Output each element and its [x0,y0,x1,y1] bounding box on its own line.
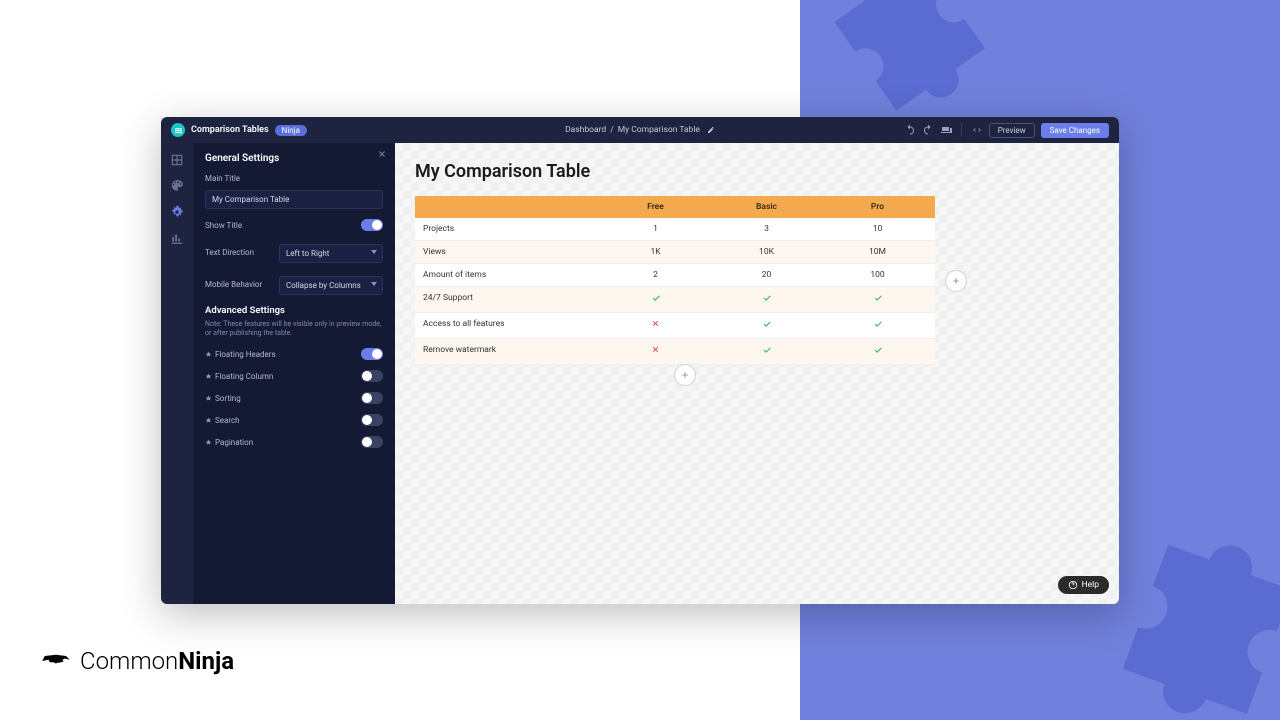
feature-toggle[interactable] [361,370,383,382]
cell[interactable]: 10 [822,218,933,240]
breadcrumb-page[interactable]: My Comparison Table [618,125,700,135]
cell[interactable]: 10M [822,241,933,263]
breadcrumb: Dashboard / My Comparison Table [565,125,715,135]
advanced-note: Note: These features will be visible onl… [205,320,383,338]
feature-toggle[interactable] [361,414,383,426]
col-header[interactable]: Basic [711,196,822,218]
row-label: Views [415,241,600,263]
cell[interactable] [600,313,711,338]
add-column-button[interactable] [945,270,967,292]
cell[interactable]: 100 [822,264,933,286]
show-title-toggle[interactable] [361,219,383,231]
page-title: My Comparison Table [415,161,1099,182]
cell[interactable] [600,287,711,312]
col-header[interactable]: Free [600,196,711,218]
show-title-label: Show Title [205,221,242,230]
feature-toggle[interactable] [361,392,383,404]
table-row[interactable]: Projects1310 [415,218,935,241]
col-header[interactable]: Pro [822,196,933,218]
app-window: Comparison Tables Ninja Dashboard / My C… [161,117,1119,604]
cell[interactable] [822,339,933,364]
cell[interactable]: 1K [600,241,711,263]
feature-label: Floating Column [205,372,273,381]
mobile-behavior-select[interactable]: Collapse by Columns [279,276,383,295]
breadcrumb-root[interactable]: Dashboard [565,125,606,135]
breadcrumb-sep: / [610,125,614,135]
advanced-title: Advanced Settings [205,305,383,316]
edit-icon[interactable] [707,126,715,134]
table-row[interactable]: Access to all features [415,313,935,339]
settings-panel: General Settings Main Title Show Title T… [193,143,395,604]
feature-label: Floating Headers [205,350,276,359]
nav-content-icon[interactable] [170,153,184,167]
preview-button[interactable]: Preview [989,123,1035,138]
ninja-mask-icon [40,651,72,671]
redo-icon[interactable] [922,124,934,136]
close-icon[interactable] [377,149,387,159]
cell[interactable] [711,287,822,312]
cell[interactable]: 1 [600,218,711,240]
table-row[interactable]: Remove watermark [415,339,935,365]
titlebar: Comparison Tables Ninja Dashboard / My C… [161,117,1119,143]
nav-style-icon[interactable] [170,179,184,193]
main-title-input[interactable] [205,190,383,209]
undo-icon[interactable] [904,124,916,136]
main-title-label: Main Title [205,174,383,183]
comparison-table: Free Basic Pro Projects1310Views1K10K10M… [415,196,935,365]
nav-settings-icon[interactable] [170,205,184,219]
row-label: 24/7 Support [415,287,600,312]
cell[interactable] [711,339,822,364]
cell[interactable] [822,287,933,312]
feature-label: Search [205,416,240,425]
row-label: Amount of items [415,264,600,286]
app-name: Comparison Tables [191,125,269,135]
cell[interactable]: 20 [711,264,822,286]
table-row[interactable]: Views1K10K10M [415,241,935,264]
save-button[interactable]: Save Changes [1041,123,1109,138]
code-icon[interactable] [971,124,983,136]
feature-toggle[interactable] [361,348,383,360]
feature-label: Pagination [205,438,253,447]
cell[interactable]: 3 [711,218,822,240]
canvas: My Comparison Table Free Basic Pro Proje… [395,143,1119,604]
table-row[interactable]: Amount of items220100 [415,264,935,287]
row-label: Remove watermark [415,339,600,364]
footer-logo: CommonNinja [40,647,234,675]
row-label: Access to all features [415,313,600,338]
cell[interactable]: 10K [711,241,822,263]
row-label: Projects [415,218,600,240]
table-row[interactable]: 24/7 Support [415,287,935,313]
panel-title: General Settings [205,153,383,164]
feature-toggle[interactable] [361,436,383,448]
nav-rail [161,143,193,604]
cell[interactable] [600,339,711,364]
mobile-behavior-label: Mobile Behavior [205,280,262,289]
feature-label: Sorting [205,394,241,403]
table-header: Free Basic Pro [415,196,935,218]
text-direction-label: Text Direction [205,248,254,257]
cell[interactable] [822,313,933,338]
text-direction-select[interactable]: Left to Right [279,244,383,263]
cell[interactable]: 2 [600,264,711,286]
nav-analytics-icon[interactable] [170,231,184,245]
plan-badge: Ninja [275,125,307,136]
help-label: Help [1082,580,1099,590]
devices-icon[interactable] [940,124,952,136]
help-button[interactable]: Help [1058,576,1109,594]
add-row-button[interactable] [674,364,696,386]
app-logo-icon [171,123,185,137]
cell[interactable] [711,313,822,338]
